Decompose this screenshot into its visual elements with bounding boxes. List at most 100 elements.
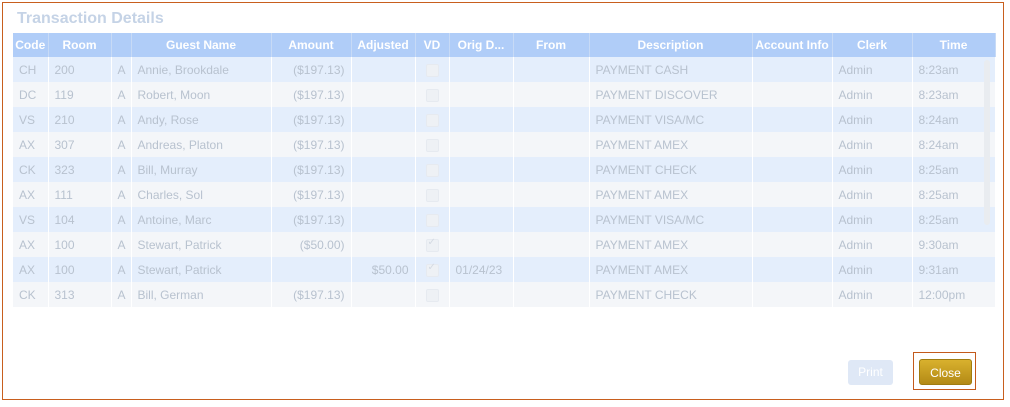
cell-time: 8:25am bbox=[912, 157, 996, 182]
cell-adjusted bbox=[351, 57, 416, 82]
table-row[interactable]: VS 104 A Antoine, Marc ($197.13) PAYMENT VISA… bbox=[13, 207, 996, 232]
cell-guest-name: Robert, Moon bbox=[131, 82, 272, 107]
cell-room: 119 bbox=[48, 82, 112, 107]
cell-description: PAYMENT CASH bbox=[589, 57, 753, 82]
cell-code: DC bbox=[13, 82, 49, 107]
void-checkbox[interactable] bbox=[425, 113, 439, 127]
cell-vd bbox=[415, 157, 450, 182]
table-scrollbar[interactable] bbox=[984, 60, 990, 225]
cell-clerk: Admin bbox=[832, 257, 913, 282]
cell-time: 8:24am bbox=[912, 107, 996, 132]
table-row[interactable]: AX 111 A Charles, Sol ($197.13) PAYMENT AMEX A… bbox=[13, 182, 996, 207]
cell-room: 313 bbox=[48, 282, 112, 307]
cell-clerk: Admin bbox=[832, 157, 913, 182]
cell-guest-name: Stewart, Patrick bbox=[131, 232, 272, 257]
column-header-room[interactable]: Room bbox=[48, 33, 112, 57]
cell-code: AX bbox=[13, 182, 49, 207]
cell-type: A bbox=[111, 232, 132, 257]
cell-vd bbox=[415, 82, 450, 107]
cell-type: A bbox=[111, 257, 132, 282]
cell-clerk: Admin bbox=[832, 182, 913, 207]
cell-room: 307 bbox=[48, 132, 112, 157]
cell-clerk: Admin bbox=[832, 207, 913, 232]
cell-guest-name: Bill, German bbox=[131, 282, 272, 307]
cell-account-info bbox=[752, 82, 833, 107]
cell-code: AX bbox=[13, 132, 49, 157]
table-row[interactable]: CK 313 A Bill, German ($197.13) PAYMENT CHECK… bbox=[13, 282, 996, 307]
print-button[interactable]: Print bbox=[848, 360, 893, 385]
cell-adjusted: $50.00 bbox=[351, 257, 416, 282]
cell-room: 323 bbox=[48, 157, 112, 182]
cell-description: PAYMENT CHECK bbox=[589, 282, 753, 307]
cell-type: A bbox=[111, 207, 132, 232]
cell-description: PAYMENT AMEX bbox=[589, 232, 753, 257]
cell-guest-name: Andreas, Platon bbox=[131, 132, 272, 157]
column-header-orig-date[interactable]: Orig D... bbox=[449, 33, 514, 57]
cell-orig-date bbox=[449, 82, 514, 107]
cell-guest-name: Andy, Rose bbox=[131, 107, 272, 132]
table-row[interactable]: CK 323 A Bill, Murray ($197.13) PAYMENT CHECK… bbox=[13, 157, 996, 182]
void-checkbox[interactable] bbox=[425, 288, 439, 302]
column-header-from[interactable]: From bbox=[513, 33, 590, 57]
cell-type: A bbox=[111, 132, 132, 157]
cell-from bbox=[513, 282, 590, 307]
cell-description: PAYMENT AMEX bbox=[589, 132, 753, 157]
column-header-description[interactable]: Description bbox=[589, 33, 753, 57]
column-header-type[interactable] bbox=[111, 33, 132, 57]
void-checkbox[interactable] bbox=[425, 88, 439, 102]
column-header-amount[interactable]: Amount bbox=[271, 33, 352, 57]
column-header-guest-name[interactable]: Guest Name bbox=[131, 33, 272, 57]
cell-amount bbox=[271, 257, 352, 282]
void-checkbox[interactable] bbox=[425, 262, 439, 277]
table-row[interactable]: VS 210 A Andy, Rose ($197.13) PAYMENT VISA/MC… bbox=[13, 107, 996, 132]
table-row[interactable]: AX100AStewart, Patrick $50.00 01/24/23 PAYM… bbox=[13, 257, 996, 282]
table-row[interactable]: AX100AStewart, Patrick($50.00) PAYMENT AM… bbox=[13, 232, 996, 257]
cell-vd bbox=[415, 107, 450, 132]
cell-room: 100 bbox=[48, 232, 112, 257]
column-header-code[interactable]: Code bbox=[13, 33, 49, 57]
cell-account-info bbox=[752, 232, 833, 257]
table-row[interactable]: AX 307 A Andreas, Platon ($197.13) PAYMENT AM… bbox=[13, 132, 996, 157]
cell-guest-name: Charles, Sol bbox=[131, 182, 272, 207]
table-row[interactable]: CH 200 A Annie, Brookdale ($197.13) PAYMENT C… bbox=[13, 57, 996, 82]
cell-vd bbox=[415, 282, 450, 307]
column-header-adjusted[interactable]: Adjusted bbox=[351, 33, 416, 57]
cell-account-info bbox=[752, 132, 833, 157]
dialog-title: Transaction Details bbox=[17, 10, 164, 27]
cell-vd bbox=[415, 182, 450, 207]
void-checkbox[interactable] bbox=[425, 213, 439, 227]
cell-clerk: Admin bbox=[832, 107, 913, 132]
cell-orig-date bbox=[449, 132, 514, 157]
column-header-account-info[interactable]: Account Info bbox=[752, 33, 833, 57]
cell-amount: ($197.13) bbox=[271, 57, 352, 82]
table-header-row: Code Room Guest Name Amount Adjusted VD … bbox=[13, 33, 996, 57]
cell-orig-date bbox=[449, 282, 514, 307]
void-checkbox[interactable] bbox=[425, 237, 439, 252]
cell-amount: ($197.13) bbox=[271, 157, 352, 182]
cell-time: 12:00pm bbox=[912, 282, 996, 307]
table-row[interactable]: DC 119 A Robert, Moon ($197.13) PAYMENT DISCO… bbox=[13, 82, 996, 107]
cell-orig-date bbox=[449, 57, 514, 82]
close-button[interactable]: Close bbox=[919, 359, 972, 385]
cell-description: PAYMENT VISA/MC bbox=[589, 207, 753, 232]
cell-adjusted bbox=[351, 182, 416, 207]
cell-description: PAYMENT AMEX bbox=[589, 257, 753, 282]
cell-amount: ($50.00) bbox=[271, 232, 352, 257]
column-header-time[interactable]: Time bbox=[912, 33, 996, 57]
column-header-clerk[interactable]: Clerk bbox=[832, 33, 913, 57]
cell-room: 104 bbox=[48, 207, 112, 232]
cell-vd bbox=[415, 132, 450, 157]
void-checkbox[interactable] bbox=[425, 163, 439, 177]
cell-time: 8:25am bbox=[912, 207, 996, 232]
cell-amount: ($197.13) bbox=[271, 282, 352, 307]
column-header-vd[interactable]: VD bbox=[415, 33, 450, 57]
void-checkbox[interactable] bbox=[425, 63, 439, 77]
cell-orig-date: 01/24/23 bbox=[449, 257, 514, 282]
void-checkbox[interactable] bbox=[425, 138, 439, 152]
cell-amount: ($197.13) bbox=[271, 207, 352, 232]
cell-code: AX bbox=[13, 257, 49, 282]
cell-time: 9:30am bbox=[912, 232, 996, 257]
void-checkbox[interactable] bbox=[425, 188, 439, 202]
cell-type: A bbox=[111, 107, 132, 132]
cell-from bbox=[513, 82, 590, 107]
